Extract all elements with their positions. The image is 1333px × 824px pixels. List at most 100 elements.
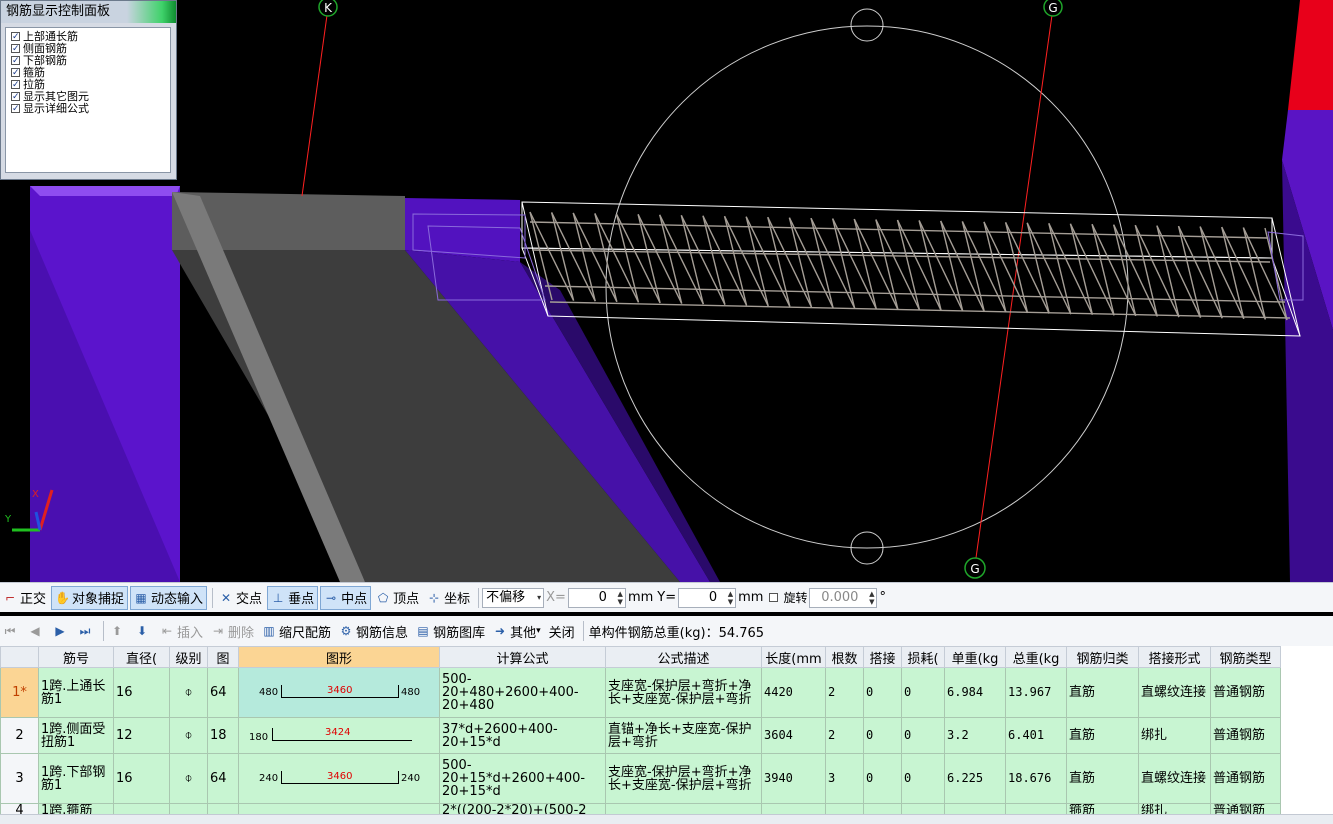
midpoint-button[interactable]: ⊸ 中点 bbox=[320, 585, 372, 610]
col-header[interactable]: 总重(kg bbox=[1005, 646, 1067, 668]
dynamic-input-button[interactable]: ▦ 动态输入 bbox=[130, 585, 208, 610]
cell-lap-type[interactable]: 直螺纹连接 bbox=[1138, 753, 1211, 804]
prev-record-button[interactable]: ◀ bbox=[25, 619, 48, 643]
cell-grade[interactable]: ⌽ bbox=[169, 667, 208, 718]
cell-length[interactable]: 3940 bbox=[761, 753, 826, 804]
col-header[interactable]: 公式描述 bbox=[605, 646, 762, 668]
cell-count[interactable]: 2 bbox=[825, 667, 864, 718]
panel-item-other-elements[interactable]: ✓ 显示其它图元 bbox=[6, 90, 170, 102]
y-input[interactable]: 0 ▲ ▼ bbox=[678, 587, 737, 608]
cell-length[interactable] bbox=[761, 803, 826, 814]
scene-canvas[interactable]: K G G X Y bbox=[0, 0, 1333, 582]
cell-loss[interactable]: 0 bbox=[901, 667, 945, 718]
col-header[interactable]: 筋号 bbox=[38, 646, 114, 668]
cell-lap[interactable] bbox=[863, 803, 902, 814]
cell-rebar-type[interactable]: 普通钢筋 bbox=[1210, 667, 1281, 718]
col-header[interactable]: 根数 bbox=[825, 646, 864, 668]
cell-count[interactable] bbox=[825, 803, 864, 814]
cell-lap[interactable]: 0 bbox=[863, 717, 902, 754]
cell-description[interactable]: 支座宽-保护层+弯折+净长+支座宽-保护层+弯折 bbox=[605, 753, 762, 804]
col-header[interactable]: 图 bbox=[207, 646, 239, 668]
cell-category[interactable]: 直筋 bbox=[1066, 717, 1139, 754]
row-number[interactable]: 2 bbox=[0, 717, 39, 754]
rotate-checkbox[interactable] bbox=[769, 593, 779, 602]
checkbox-top-rebar[interactable]: ✓ bbox=[11, 31, 20, 41]
close-button[interactable]: 关闭 bbox=[546, 619, 578, 643]
cell-formula[interactable]: 500-20+480+2600+400-20+480 bbox=[439, 667, 606, 718]
cell-total-weight[interactable]: 6.401 bbox=[1005, 717, 1067, 754]
col-header-shape[interactable]: 图形 bbox=[238, 646, 440, 668]
cell-grade[interactable]: ⌽ bbox=[169, 753, 208, 804]
row-number[interactable]: 3 bbox=[0, 753, 39, 804]
checkbox-tie[interactable]: ✓ bbox=[11, 79, 20, 89]
panel-item-bottom-rebar[interactable]: ✓ 下部钢筋 bbox=[6, 54, 170, 66]
row-number[interactable]: 4 bbox=[0, 803, 39, 814]
row-number[interactable]: 1* bbox=[0, 667, 39, 718]
cell-shape[interactable] bbox=[238, 803, 440, 814]
offset-select[interactable]: 不偏移 ▾ bbox=[482, 587, 545, 608]
cell-total-weight[interactable]: 18.676 bbox=[1005, 753, 1067, 804]
checkbox-side-rebar[interactable]: ✓ bbox=[11, 43, 20, 53]
cell-description[interactable] bbox=[605, 803, 762, 814]
cell-loss[interactable]: 0 bbox=[901, 717, 945, 754]
first-record-button[interactable]: ⏮ bbox=[0, 619, 23, 643]
checkbox-other-elements[interactable]: ✓ bbox=[11, 91, 20, 101]
cell-lap[interactable]: 0 bbox=[863, 753, 902, 804]
col-header[interactable]: 直径( bbox=[113, 646, 170, 668]
panel-item-detail-formula[interactable]: ✓ 显示详细公式 bbox=[6, 102, 170, 114]
table-row[interactable]: 4 1跨.箍筋 2*((200-2*20)+(500-2 箍筋 绑扎 普通钢筋 bbox=[0, 803, 1281, 814]
ortho-button[interactable]: ⌐ 正交 bbox=[0, 586, 49, 610]
cell-lap[interactable]: 0 bbox=[863, 667, 902, 718]
move-down-button[interactable]: ⬇ bbox=[132, 619, 155, 643]
cell-grade[interactable] bbox=[169, 803, 208, 814]
spinner-icon[interactable]: ▲ ▼ bbox=[728, 590, 733, 606]
cell-formula[interactable]: 500-20+15*d+2600+400-20+15*d bbox=[439, 753, 606, 804]
coordinate-button[interactable]: ⊹ 坐标 bbox=[424, 586, 473, 610]
checkbox-stirrup[interactable]: ✓ bbox=[11, 67, 20, 77]
other-menu-button[interactable]: ➜ 其他 ▾ bbox=[490, 619, 544, 643]
cell-unit-weight[interactable]: 3.2 bbox=[944, 717, 1006, 754]
cell-diameter[interactable]: 12 bbox=[113, 717, 170, 754]
rebar-library-button[interactable]: ▤ 钢筋图库 bbox=[413, 619, 488, 643]
panel-item-side-rebar[interactable]: ✓ 侧面钢筋 bbox=[6, 42, 170, 54]
vertex-button[interactable]: ⬠ 顶点 bbox=[373, 586, 422, 610]
cell-unit-weight[interactable]: 6.984 bbox=[944, 667, 1006, 718]
cell-category[interactable]: 直筋 bbox=[1066, 753, 1139, 804]
col-header[interactable]: 搭接 bbox=[863, 646, 902, 668]
cell-name[interactable]: 1跨.箍筋 bbox=[38, 803, 114, 814]
cell-total-weight[interactable]: 13.967 bbox=[1005, 667, 1067, 718]
checkbox-detail-formula[interactable]: ✓ bbox=[11, 103, 20, 113]
cell-formula[interactable]: 37*d+2600+400-20+15*d bbox=[439, 717, 606, 754]
rebar-info-button[interactable]: ⚙ 钢筋信息 bbox=[336, 619, 411, 643]
col-header[interactable]: 损耗( bbox=[901, 646, 945, 668]
table-row[interactable]: 3 1跨.下部钢筋1 16 ⌽ 64 240 3460 240 500-20+1… bbox=[0, 753, 1281, 804]
panel-item-tie[interactable]: ✓ 拉筋 bbox=[6, 78, 170, 90]
cell-rebar-type[interactable]: 普通钢筋 bbox=[1210, 803, 1281, 814]
cell-shape-no[interactable]: 64 bbox=[207, 753, 239, 804]
cell-loss[interactable]: 0 bbox=[901, 753, 945, 804]
col-header[interactable]: 搭接形式 bbox=[1138, 646, 1211, 668]
cell-name[interactable]: 1跨.侧面受扭筋1 bbox=[38, 717, 114, 754]
object-snap-button[interactable]: ✋ 对象捕捉 bbox=[51, 585, 129, 610]
table-row[interactable]: 1* 1跨.上通长筋1 16 ⌽ 64 480 3460 480 500-20+… bbox=[0, 667, 1281, 718]
cell-lap-type[interactable]: 直螺纹连接 bbox=[1138, 667, 1211, 718]
cell-formula[interactable]: 2*((200-2*20)+(500-2 bbox=[439, 803, 606, 814]
col-header[interactable]: 单重(kg bbox=[944, 646, 1006, 668]
panel-item-stirrup[interactable]: ✓ 箍筋 bbox=[6, 66, 170, 78]
cell-description[interactable]: 支座宽-保护层+弯折+净长+支座宽-保护层+弯折 bbox=[605, 667, 762, 718]
cell-unit-weight[interactable] bbox=[944, 803, 1006, 814]
cell-category[interactable]: 箍筋 bbox=[1066, 803, 1139, 814]
spinner-icon[interactable]: ▲ ▼ bbox=[869, 590, 874, 606]
cell-shape[interactable]: 480 3460 480 bbox=[238, 667, 440, 718]
cell-unit-weight[interactable]: 6.225 bbox=[944, 753, 1006, 804]
spinner-icon[interactable]: ▲ ▼ bbox=[618, 590, 623, 606]
cell-length[interactable]: 4420 bbox=[761, 667, 826, 718]
cell-category[interactable]: 直筋 bbox=[1066, 667, 1139, 718]
cell-count[interactable]: 3 bbox=[825, 753, 864, 804]
rotate-input[interactable]: 0.000 ▲ ▼ bbox=[809, 587, 878, 608]
cell-diameter[interactable]: 16 bbox=[113, 667, 170, 718]
perpendicular-button[interactable]: ⊥ 垂点 bbox=[267, 585, 319, 610]
table-row[interactable]: 2 1跨.侧面受扭筋1 12 ⌽ 18 180 3424 37*d+2600+4… bbox=[0, 717, 1281, 754]
3d-viewport[interactable]: K G G X Y 钢筋显示控制面板 ✓ 上部通长筋 ✓ 侧面钢筋 ✓ 下部钢筋… bbox=[0, 0, 1333, 582]
panel-item-top-rebar[interactable]: ✓ 上部通长筋 bbox=[6, 30, 170, 42]
